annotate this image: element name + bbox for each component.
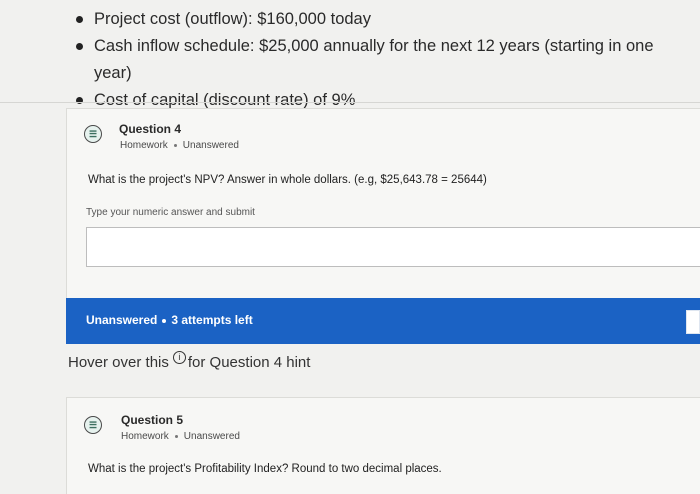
- hint-suffix: for Question 4 hint: [187, 354, 311, 371]
- bullet-text: Project cost (outflow): $160,000 today: [94, 10, 371, 28]
- bullet-item: Project cost (outflow): $160,000 today: [72, 6, 680, 33]
- bullet-list: Project cost (outflow): $160,000 today C…: [72, 6, 680, 114]
- question-type: Homework: [121, 431, 169, 442]
- question-type: Homework: [120, 140, 168, 151]
- question-5-card: ☰ Question 5 Homework Unanswered What is …: [66, 397, 700, 494]
- question-meta: Homework Unanswered: [121, 431, 240, 442]
- bullet-text: Cost of capital (discount rate) of 9%: [94, 91, 356, 109]
- question-status: Unanswered: [182, 140, 239, 151]
- meta-separator: [174, 434, 178, 438]
- bullet-dot: [76, 16, 83, 23]
- attempts-left: 3 attempts left: [171, 313, 253, 327]
- question-title: Question 5: [121, 413, 184, 427]
- status-label: Unanswered: [86, 313, 158, 327]
- question-status: Unanswered: [183, 431, 240, 442]
- question-text: What is the project's NPV? Answer in who…: [88, 174, 487, 186]
- section-divider: [0, 102, 700, 103]
- question-meta: Homework Unanswered: [120, 140, 239, 151]
- list-icon: ☰: [84, 125, 102, 143]
- question-title: Question 4: [119, 122, 182, 136]
- question-text: What is the project's Profitability Inde…: [88, 463, 442, 475]
- question-4-card: ☰ Question 4 Homework Unanswered What is …: [66, 108, 700, 300]
- answer-status-bar: Unanswered 3 attempts left: [66, 298, 700, 344]
- attempt-status: Unanswered 3 attempts left: [86, 313, 253, 327]
- submit-button[interactable]: [686, 310, 700, 334]
- bullet-dot: [76, 43, 83, 50]
- answer-instruction: Type your numeric answer and submit: [86, 207, 255, 218]
- hint-row: Hover over this i for Question 4 hint: [68, 350, 311, 371]
- answer-input[interactable]: [86, 227, 700, 267]
- meta-separator: [173, 143, 177, 147]
- bullet-item: Cash inflow schedule: $25,000 annually f…: [72, 33, 680, 87]
- status-separator: [162, 318, 167, 323]
- hint-prefix: Hover over this: [68, 354, 169, 371]
- info-icon[interactable]: i: [172, 350, 186, 364]
- list-icon: ☰: [84, 416, 102, 434]
- bullet-text: Cash inflow schedule: $25,000 annually f…: [94, 37, 654, 82]
